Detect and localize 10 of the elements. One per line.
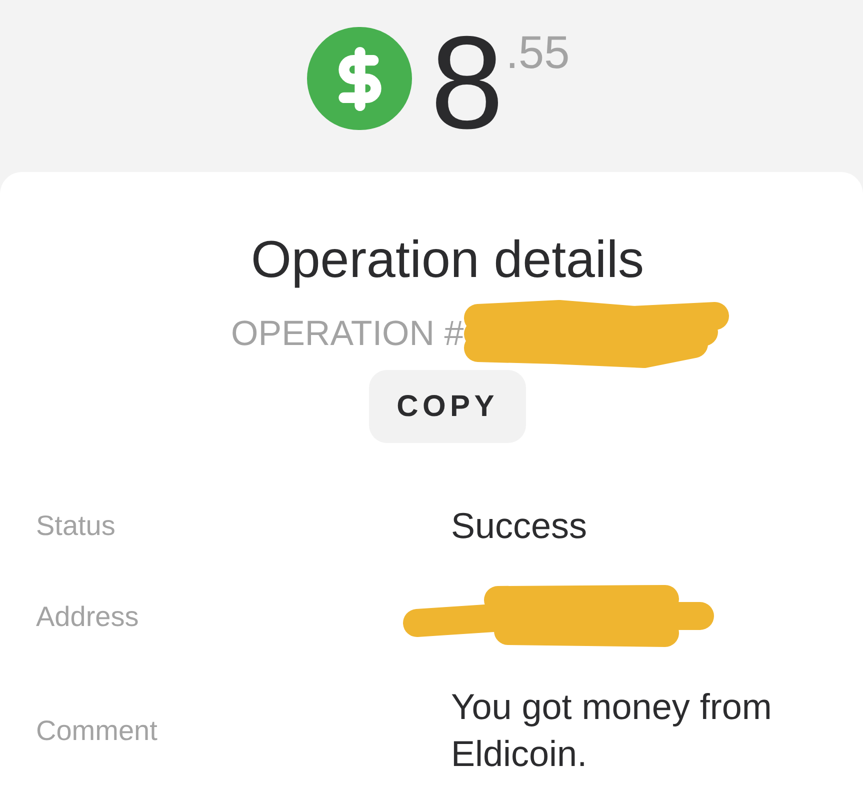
balance-cents: .55 xyxy=(506,29,570,75)
operation-number-label: OPERATION # xyxy=(231,313,464,356)
detail-label: Address xyxy=(36,600,139,634)
detail-label: Comment xyxy=(36,714,158,748)
detail-label: Status xyxy=(36,509,116,543)
detail-value: You got money from Eldicoin. xyxy=(451,685,773,776)
balance-amount: 8 xyxy=(430,17,504,149)
page-title: Operation details xyxy=(250,230,644,291)
detail-value: Success xyxy=(451,504,588,548)
copy-button[interactable]: COPY xyxy=(369,370,526,444)
